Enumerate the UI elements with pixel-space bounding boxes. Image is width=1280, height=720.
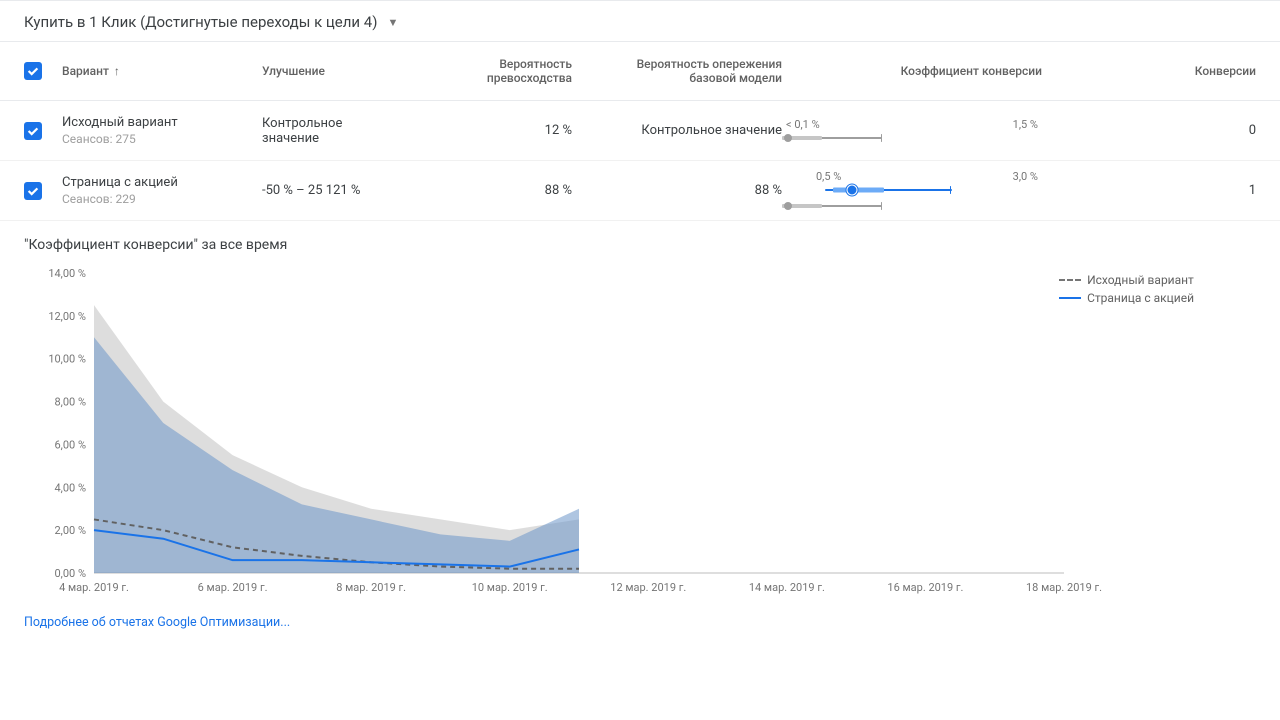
- col-variant-label: Вариант: [62, 64, 109, 78]
- variant-name: Исходный вариант: [62, 115, 262, 130]
- col-prob-sup[interactable]: Вероятность превосходства: [412, 57, 572, 85]
- legend-swatch-original-icon: [1059, 279, 1081, 281]
- conv-rate-range: < 0,1 % 1,5 %: [782, 118, 1042, 143]
- conversions-value: 1: [1062, 183, 1256, 198]
- variants-table: Вариант ↑ Улучшение Вероятность превосхо…: [0, 41, 1280, 221]
- chart-title: "Коэффициент конверсии" за все время: [24, 237, 1256, 253]
- conversions-value: 0: [1062, 123, 1256, 138]
- svg-text:6 мар. 2019 г.: 6 мар. 2019 г.: [198, 581, 268, 594]
- improvement-value: -50 % – 25 121 %: [262, 183, 412, 198]
- row-checkbox[interactable]: [24, 122, 42, 140]
- sort-asc-icon: ↑: [111, 64, 120, 78]
- chart-legend: Исходный вариант Страница с акцией: [1059, 273, 1194, 309]
- prob-sup-value: 88 %: [412, 183, 572, 198]
- svg-text:10 мар. 2019 г.: 10 мар. 2019 г.: [472, 581, 548, 594]
- cr-high-label: 3,0 %: [1013, 170, 1038, 183]
- svg-text:14,00 %: 14,00 %: [48, 267, 86, 280]
- svg-text:12,00 %: 12,00 %: [48, 310, 86, 323]
- col-variant[interactable]: Вариант ↑: [62, 64, 262, 78]
- prob-sup-value: 12 %: [412, 123, 572, 138]
- svg-text:4,00 %: 4,00 %: [55, 481, 87, 494]
- col-improvement[interactable]: Улучшение: [262, 64, 412, 78]
- cr-low-label: < 0,1 %: [786, 118, 820, 131]
- legend-swatch-page-icon: [1059, 297, 1081, 299]
- conv-rate-range: 0,5 % 3,0 %: [782, 170, 1042, 211]
- table-header: Вариант ↑ Улучшение Вероятность превосхо…: [0, 41, 1280, 101]
- variant-sessions: Сеансов: 229: [62, 192, 262, 206]
- svg-text:18 мар. 2019 г.: 18 мар. 2019 г.: [1026, 581, 1102, 594]
- svg-text:0,00 %: 0,00 %: [55, 567, 87, 580]
- svg-text:14 мар. 2019 г.: 14 мар. 2019 г.: [749, 581, 825, 594]
- col-prob-sup-l1: Вероятность: [412, 57, 572, 71]
- svg-text:12 мар. 2019 г.: 12 мар. 2019 г.: [610, 581, 686, 594]
- goal-label: Купить в 1 Клик (Достигнутые переходы к …: [24, 13, 377, 31]
- cr-high-label: 1,5 %: [1013, 118, 1038, 131]
- col-conversions[interactable]: Конверсии: [1062, 64, 1256, 78]
- prob-base-value: 88 %: [572, 183, 782, 198]
- prob-base-value: Контрольное значение: [572, 123, 782, 138]
- svg-text:16 мар. 2019 г.: 16 мар. 2019 г.: [887, 581, 963, 594]
- col-prob-base-l2: базовой модели: [572, 71, 782, 85]
- select-all-checkbox[interactable]: [24, 62, 42, 80]
- goal-selector[interactable]: Купить в 1 Клик (Достигнутые переходы к …: [0, 1, 1280, 41]
- conversion-rate-chart: 0,00 % 2,00 % 4,00 % 6,00 % 8,00 % 10,00 % 12,…: [24, 263, 1204, 603]
- learn-more-link[interactable]: Подробнее об отчетах Google Оптимизации.…: [24, 615, 290, 630]
- col-prob-base[interactable]: Вероятность опережения базовой модели: [572, 57, 782, 85]
- chevron-down-icon: ▼: [387, 16, 398, 29]
- col-prob-base-l1: Вероятность опережения: [572, 57, 782, 71]
- table-row: Исходный вариант Сеансов: 275 Контрольно…: [0, 101, 1280, 161]
- row-checkbox[interactable]: [24, 182, 42, 200]
- svg-text:8 мар. 2019 г.: 8 мар. 2019 г.: [336, 581, 406, 594]
- col-conv-rate[interactable]: Коэффициент конверсии: [782, 64, 1062, 78]
- svg-text:6,00 %: 6,00 %: [55, 438, 87, 451]
- svg-text:8,00 %: 8,00 %: [55, 396, 87, 409]
- svg-text:2,00 %: 2,00 %: [55, 524, 87, 537]
- improvement-value: Контрольноезначение: [262, 116, 412, 146]
- legend-original-label: Исходный вариант: [1087, 273, 1194, 287]
- col-prob-sup-l2: превосходства: [412, 71, 572, 85]
- svg-text:10,00 %: 10,00 %: [48, 353, 86, 366]
- variant-sessions: Сеансов: 275: [62, 132, 262, 146]
- table-row: Страница с акцией Сеансов: 229 -50 % – 2…: [0, 161, 1280, 221]
- svg-text:4 мар. 2019 г.: 4 мар. 2019 г.: [59, 581, 129, 594]
- cr-low-label: 0,5 %: [816, 170, 841, 183]
- variant-name: Страница с акцией: [62, 175, 262, 190]
- legend-page-label: Страница с акцией: [1087, 291, 1194, 305]
